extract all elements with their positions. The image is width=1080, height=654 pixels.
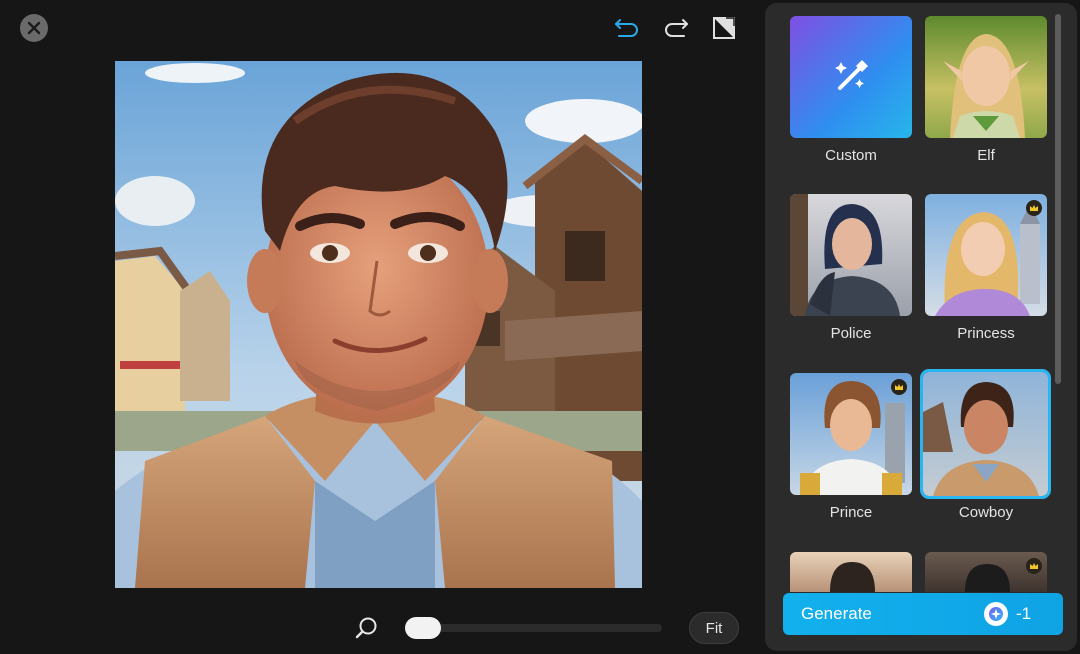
portrait-image — [115, 61, 642, 588]
style-label-police: Police — [830, 325, 872, 342]
zoom-slider-thumb[interactable] — [405, 617, 441, 639]
style-label-princess: Princess — [957, 325, 1015, 342]
close-button[interactable] — [20, 14, 48, 42]
style-panel-scrollbar[interactable] — [1055, 14, 1061, 384]
style-label-prince: Prince — [829, 504, 873, 521]
generate-label: Generate — [801, 604, 872, 623]
style-card-princess[interactable] — [925, 194, 1047, 316]
generate-button[interactable]: Generate -1 — [783, 593, 1063, 635]
credit-cost: -1 — [1016, 604, 1032, 623]
undo-icon — [615, 19, 638, 37]
magic-wand-icon — [835, 60, 868, 90]
fit-button[interactable]: Fit — [689, 612, 739, 644]
style-label-cowboy: Cowboy — [958, 504, 1014, 521]
elf-thumbnail — [943, 34, 1029, 138]
credit-icon — [984, 602, 1008, 626]
premium-crown-icon — [1026, 558, 1042, 574]
premium-crown-icon — [891, 379, 907, 395]
police-thumbnail — [790, 194, 900, 316]
compare-icon — [713, 17, 735, 39]
cowboy-thumbnail — [923, 382, 1039, 496]
style-card-partial-1[interactable] — [790, 552, 912, 592]
style-thumbnail-partial-1 — [830, 562, 875, 592]
premium-crown-icon — [1026, 200, 1042, 216]
style-card-police[interactable] — [790, 194, 912, 316]
editor-app: Fit Custom Elf Police Princess Prince Co… — [0, 0, 1080, 654]
style-card-custom[interactable] — [790, 16, 912, 138]
undo-button[interactable] — [611, 12, 643, 44]
style-card-cowboy[interactable] — [920, 369, 1051, 499]
redo-icon — [665, 19, 688, 37]
style-card-prince[interactable] — [790, 373, 912, 495]
style-card-partial-2[interactable] — [925, 552, 1047, 592]
redo-button[interactable] — [660, 12, 692, 44]
zoom-icon — [352, 613, 382, 643]
style-card-elf[interactable] — [925, 16, 1047, 138]
zoom-slider-track[interactable] — [405, 624, 662, 632]
style-label-custom: Custom — [825, 147, 877, 164]
portrait-illustration — [115, 61, 642, 588]
style-label-elf: Elf — [977, 147, 995, 164]
compare-button[interactable] — [708, 12, 740, 44]
close-icon — [27, 21, 41, 35]
